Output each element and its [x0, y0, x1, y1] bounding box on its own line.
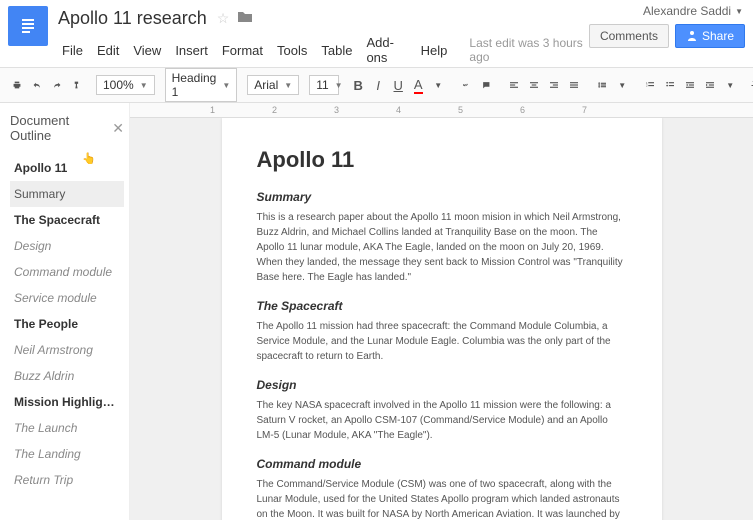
section-heading[interactable]: Command module	[257, 455, 627, 473]
page[interactable]: Apollo 11 Summary This is a research pape…	[222, 118, 662, 520]
print-icon[interactable]	[8, 74, 26, 96]
font-select[interactable]: Arial▼	[247, 75, 299, 95]
align-left-icon[interactable]	[505, 74, 523, 96]
folder-icon[interactable]	[237, 10, 253, 27]
link-icon[interactable]	[457, 74, 475, 96]
menu-insert[interactable]: Insert	[169, 41, 214, 60]
list-more-icon[interactable]: ▼	[721, 77, 739, 94]
document-canvas[interactable]: 1234567 Apollo 11 Summary This is a resea…	[130, 103, 753, 520]
more-text-icon[interactable]: ▼	[429, 77, 447, 94]
menu-add-ons[interactable]: Add-ons	[360, 33, 412, 67]
document-outline: Document Outline ✕ Apollo 11SummaryThe S…	[0, 103, 130, 520]
menu-tools[interactable]: Tools	[271, 41, 313, 60]
outline-item[interactable]: The People	[10, 311, 124, 337]
outline-item[interactable]: Buzz Aldrin	[10, 363, 124, 389]
redo-icon[interactable]	[48, 74, 66, 96]
decrease-indent-icon[interactable]	[681, 74, 699, 96]
ruler[interactable]: 1234567	[130, 103, 753, 118]
outline-item[interactable]: The Landing	[10, 441, 124, 467]
section-body[interactable]: The Apollo 11 mission had three spacecra…	[257, 319, 627, 364]
docs-logo[interactable]	[8, 6, 48, 46]
share-button[interactable]: Share	[675, 24, 745, 48]
cursor-icon: 👆	[82, 152, 96, 165]
document-title[interactable]: Apollo 11 research	[56, 6, 209, 31]
account-name[interactable]: Alexandre Saddi ▼	[643, 4, 743, 18]
paint-format-icon[interactable]	[68, 74, 86, 96]
menu-edit[interactable]: Edit	[91, 41, 125, 60]
line-spacing-more-icon[interactable]: ▼	[613, 77, 631, 94]
bulleted-list-icon[interactable]	[661, 74, 679, 96]
outline-item[interactable]: Neil Armstrong	[10, 337, 124, 363]
clear-format-icon[interactable]: Tx	[749, 74, 753, 97]
outline-item[interactable]: Design	[10, 233, 124, 259]
align-center-icon[interactable]	[525, 74, 543, 96]
star-icon[interactable]: ☆	[217, 10, 230, 27]
outline-item[interactable]: The Launch	[10, 415, 124, 441]
outline-item[interactable]: Apollo 11	[10, 155, 124, 181]
section-body[interactable]: The key NASA spacecraft involved in the …	[257, 398, 627, 443]
outline-item[interactable]: Return Trip	[10, 467, 124, 493]
doc-h1[interactable]: Apollo 11	[257, 143, 627, 176]
bold-icon[interactable]: B	[349, 74, 367, 97]
section-heading[interactable]: The Spacecraft	[257, 297, 627, 315]
outline-title: Document Outline	[10, 113, 112, 143]
section-body[interactable]: The Command/Service Module (CSM) was one…	[257, 477, 627, 520]
outline-item[interactable]: Service module	[10, 285, 124, 311]
numbered-list-icon[interactable]: 12	[641, 74, 659, 96]
outline-item[interactable]: The Spacecraft	[10, 207, 124, 233]
undo-icon[interactable]	[28, 74, 46, 96]
menu-view[interactable]: View	[127, 41, 167, 60]
menu-file[interactable]: File	[56, 41, 89, 60]
line-spacing-icon[interactable]	[593, 74, 611, 96]
underline-icon[interactable]: U	[389, 74, 407, 97]
outline-item[interactable]: Mission Highlights	[10, 389, 124, 415]
svg-text:2: 2	[646, 84, 648, 88]
italic-icon[interactable]: I	[369, 74, 387, 97]
section-heading[interactable]: Design	[257, 376, 627, 394]
text-color-icon[interactable]: A	[409, 73, 427, 98]
menu-format[interactable]: Format	[216, 41, 269, 60]
outline-item[interactable]: Command module	[10, 259, 124, 285]
menu-table[interactable]: Table	[315, 41, 358, 60]
align-right-icon[interactable]	[545, 74, 563, 96]
style-select[interactable]: Heading 1▼	[165, 68, 238, 102]
outline-item[interactable]: Summary	[10, 181, 124, 207]
comments-button[interactable]: Comments	[589, 24, 669, 48]
align-justify-icon[interactable]	[565, 74, 583, 96]
zoom-select[interactable]: 100%▼	[96, 75, 155, 95]
size-select[interactable]: 11▼	[309, 75, 339, 95]
section-body[interactable]: This is a research paper about the Apoll…	[257, 210, 627, 285]
comment-icon[interactable]	[477, 74, 495, 96]
section-heading[interactable]: Summary	[257, 188, 627, 206]
toolbar: 100%▼ Heading 1▼ Arial▼ 11▼ B I U A ▼ ▼ …	[0, 68, 753, 103]
last-edit: Last edit was 3 hours ago	[463, 34, 589, 66]
menu-help[interactable]: Help	[415, 41, 454, 60]
close-icon[interactable]: ✕	[112, 120, 124, 137]
increase-indent-icon[interactable]	[701, 74, 719, 96]
